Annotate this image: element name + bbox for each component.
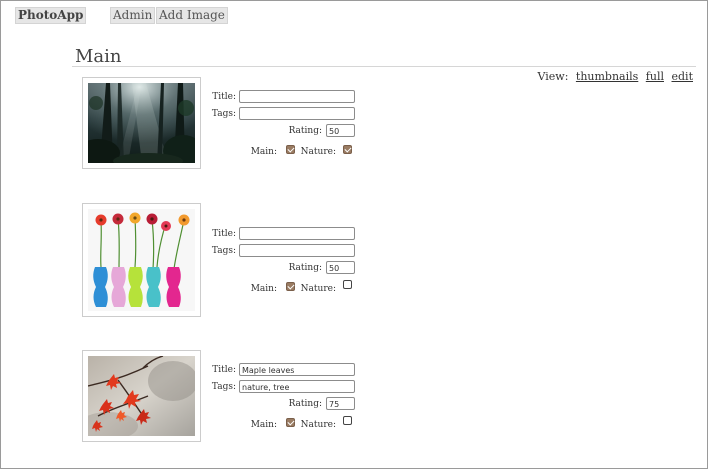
title-label: Title: bbox=[212, 229, 236, 239]
rating-input[interactable]: 50 bbox=[326, 124, 355, 137]
main-label: Main: bbox=[250, 147, 277, 157]
page-title: Main bbox=[75, 46, 122, 67]
nature-checkbox[interactable] bbox=[343, 416, 352, 425]
main-label: Main: bbox=[250, 420, 277, 430]
nature-label: Nature: bbox=[300, 147, 336, 157]
title-label: Title: bbox=[212, 365, 236, 375]
main-checkbox[interactable] bbox=[286, 418, 295, 427]
main-checkbox[interactable] bbox=[286, 282, 295, 291]
photo-thumbnail[interactable] bbox=[82, 203, 201, 317]
app-logo[interactable]: PhotoApp bbox=[15, 7, 87, 24]
main-label: Main: bbox=[250, 284, 277, 294]
rating-label: Rating: bbox=[288, 263, 322, 273]
nature-label: Nature: bbox=[300, 284, 336, 294]
nature-checkbox[interactable] bbox=[343, 145, 352, 154]
tags-input[interactable] bbox=[239, 244, 355, 257]
view-edit-link[interactable]: edit bbox=[672, 70, 694, 83]
title-input[interactable] bbox=[239, 227, 355, 240]
title-input[interactable] bbox=[239, 90, 355, 103]
tags-label: Tags: bbox=[211, 246, 236, 256]
nav-admin-link[interactable]: Admin bbox=[110, 7, 156, 24]
view-thumbnails-link[interactable]: thumbnails bbox=[576, 70, 638, 83]
tags-label: Tags: bbox=[211, 109, 236, 119]
rating-input[interactable]: 75 bbox=[326, 397, 355, 410]
flowers-image bbox=[88, 209, 195, 311]
forest-image bbox=[88, 83, 195, 163]
main-checkbox[interactable] bbox=[286, 145, 295, 154]
view-label: View: bbox=[537, 70, 569, 83]
nature-label: Nature: bbox=[300, 420, 336, 430]
title-divider bbox=[72, 66, 696, 67]
rating-label: Rating: bbox=[288, 399, 322, 409]
nav-add-image-link[interactable]: Add Image bbox=[156, 7, 228, 24]
tags-input[interactable] bbox=[239, 107, 355, 120]
title-label: Title: bbox=[212, 92, 236, 102]
view-full-link[interactable]: full bbox=[646, 70, 664, 83]
photo-thumbnail[interactable] bbox=[82, 350, 201, 442]
photo-thumbnail[interactable] bbox=[82, 77, 201, 169]
tags-label: Tags: bbox=[211, 382, 236, 392]
rating-label: Rating: bbox=[288, 126, 322, 136]
view-switcher: View: thumbnails full edit bbox=[538, 70, 694, 83]
rating-input[interactable]: 50 bbox=[326, 261, 355, 274]
maple-image bbox=[88, 356, 195, 436]
tags-input[interactable]: nature, tree bbox=[239, 380, 355, 393]
title-input[interactable]: Maple leaves bbox=[239, 363, 355, 376]
nature-checkbox[interactable] bbox=[343, 280, 352, 289]
